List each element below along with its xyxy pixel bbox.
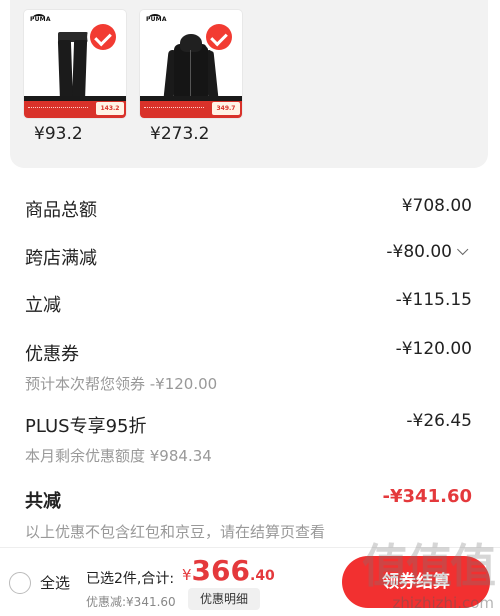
total-discount-value: -¥341.60 bbox=[382, 486, 472, 507]
product-thumb-jacket[interactable]: PUMA 349.7 bbox=[140, 10, 242, 118]
total-price-currency: ¥ bbox=[182, 566, 192, 584]
plus-discount-label: PLUS专享95折 bbox=[25, 416, 147, 437]
coupon-label: 优惠券 bbox=[25, 344, 79, 365]
coupon-subtext: 预计本次帮您领券 -¥120.00 bbox=[25, 375, 218, 393]
checkout-bar: 全选 已选2件,合计: ¥366.40 优惠减:¥341.60 优惠明细 领券结… bbox=[0, 547, 500, 616]
selected-check-icon[interactable] bbox=[206, 24, 232, 50]
cross-store-discount-toggle[interactable]: -¥80.00 bbox=[386, 242, 469, 262]
instant-discount-label: 立减 bbox=[25, 295, 61, 316]
product-price: ¥93.2 bbox=[34, 124, 83, 144]
discount-detail-button[interactable]: 优惠明细 bbox=[188, 588, 260, 610]
coupon-value: -¥120.00 bbox=[395, 339, 472, 359]
total-price-integer: 366 bbox=[191, 554, 250, 587]
cross-store-discount-value: -¥80.00 bbox=[386, 242, 452, 262]
discount-summary: 优惠减:¥341.60 bbox=[86, 595, 176, 609]
brand-logo: PUMA bbox=[146, 14, 166, 28]
product-price: ¥273.2 bbox=[150, 124, 210, 144]
promo-strip: 349.7 bbox=[140, 96, 242, 118]
checkout-button[interactable]: 领券结算 bbox=[342, 556, 490, 608]
select-all-label[interactable]: 全选 bbox=[40, 572, 70, 593]
promo-price: 349.7 bbox=[212, 102, 240, 115]
cross-store-discount-label: 跨店满减 bbox=[25, 248, 97, 269]
instant-discount-value: -¥115.15 bbox=[395, 290, 472, 310]
pants-image bbox=[57, 32, 88, 104]
total-price-decimal: .40 bbox=[250, 568, 275, 584]
total-discount-label: 共减 bbox=[25, 491, 61, 512]
discount-note: 以上优惠不包含红包和京豆，请在结算页查看 bbox=[25, 523, 326, 541]
brand-logo: PUMA bbox=[30, 14, 50, 28]
select-all-checkbox[interactable] bbox=[9, 572, 31, 594]
chevron-down-icon bbox=[457, 243, 469, 256]
selected-count-text: 已选2件,合计: bbox=[86, 571, 175, 587]
promo-strip: 143.2 bbox=[24, 96, 126, 118]
goods-total-label: 商品总额 bbox=[25, 200, 97, 221]
total-price: ¥366.40 bbox=[182, 554, 275, 587]
goods-total-value: ¥708.00 bbox=[401, 196, 472, 216]
selected-products-panel: PUMA 143.2 PUMA 349.7 ¥93.2 ¥273.2 bbox=[10, 0, 488, 168]
plus-discount-value: -¥26.45 bbox=[406, 411, 472, 431]
promo-price: 143.2 bbox=[96, 102, 124, 115]
selected-check-icon[interactable] bbox=[90, 24, 116, 50]
product-thumb-pants[interactable]: PUMA 143.2 bbox=[24, 10, 126, 118]
plus-remaining-quota: 本月剩余优惠额度 ¥984.34 bbox=[25, 447, 212, 465]
